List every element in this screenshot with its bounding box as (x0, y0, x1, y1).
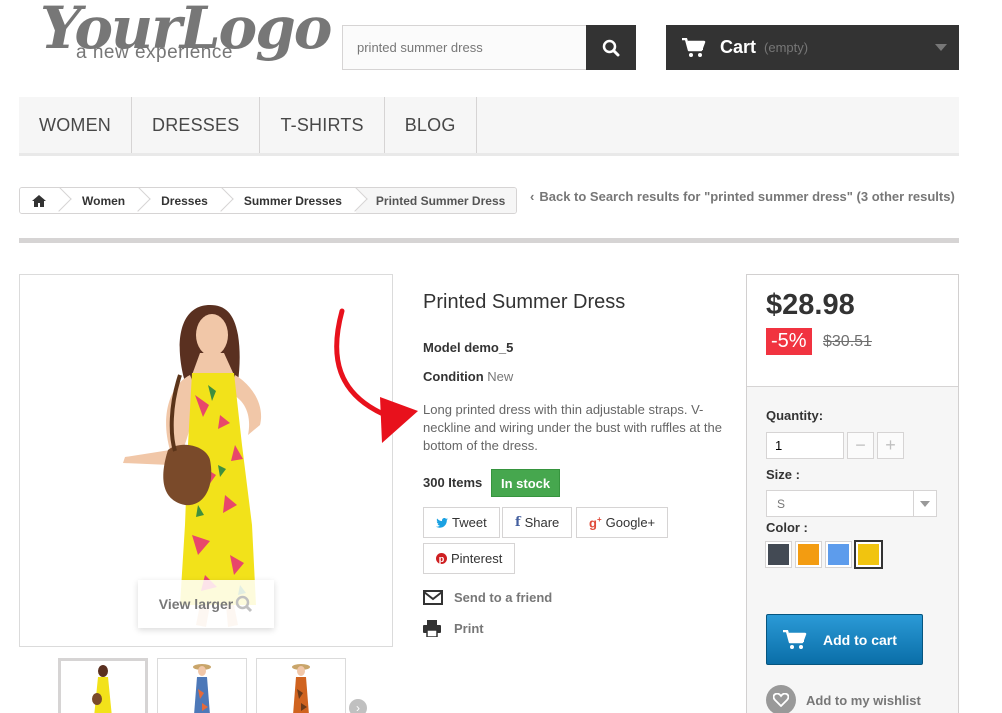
tweet-label: Tweet (452, 515, 487, 530)
menu-item-dresses[interactable]: DRESSES (132, 97, 261, 153)
pinterest-icon: p (436, 553, 447, 564)
pinterest-button[interactable]: p Pinterest (423, 543, 516, 574)
color-swatches (765, 540, 883, 569)
stock-badge: In stock (491, 469, 561, 497)
tweet-button[interactable]: Tweet (423, 507, 500, 538)
share-label: Share (524, 515, 560, 530)
condition-value: New (487, 369, 514, 384)
menu-item-tshirts[interactable]: T-SHIRTS (260, 97, 385, 153)
stock-quantity: 300 Items (423, 475, 483, 490)
thumbnail-image (92, 665, 112, 713)
view-larger-button[interactable]: View larger (138, 580, 274, 628)
chevron-left-icon: ‹ (530, 189, 535, 204)
minus-icon: − (855, 435, 866, 455)
product-condition: Condition New (423, 369, 513, 384)
envelope-icon (423, 590, 443, 605)
zoom-icon (235, 595, 253, 613)
add-to-wishlist-link[interactable]: Add to my wishlist (766, 685, 921, 713)
chevron-right-icon[interactable]: › (349, 699, 367, 713)
quantity-decrease-button[interactable]: − (847, 432, 874, 459)
breadcrumb: Women Dresses Summer Dresses Printed Sum… (19, 187, 518, 214)
color-swatch[interactable] (765, 541, 792, 568)
divider (19, 238, 959, 243)
print-link[interactable]: Print (423, 620, 484, 637)
color-swatch[interactable] (795, 541, 822, 568)
search-box (342, 25, 636, 70)
menu-item-blog[interactable]: BLOG (385, 97, 477, 153)
shopping-cart-icon (783, 629, 807, 649)
breadcrumb-current: Printed Summer Dress (355, 188, 517, 213)
model-label: Model (423, 340, 461, 355)
buy-box: $28.98 -5% $30.51 Quantity: − + Size : S… (746, 274, 959, 713)
product-price: $28.98 (766, 289, 855, 321)
main-menu: WOMEN DRESSES T-SHIRTS BLOG (19, 97, 959, 156)
view-larger-label: View larger (158, 596, 234, 612)
twitter-icon (436, 517, 448, 528)
add-to-cart-label: Add to cart (823, 631, 897, 648)
breadcrumb-item[interactable]: Summer Dresses (221, 188, 356, 213)
google-plus-button[interactable]: g+ Google+ (576, 507, 669, 538)
old-price: $30.51 (823, 333, 872, 350)
add-to-cart-button[interactable]: Add to cart (766, 614, 923, 665)
wishlist-label: Add to my wishlist (806, 692, 921, 708)
share-button[interactable]: f Share (502, 507, 573, 538)
product-model: Model demo_5 (423, 340, 513, 355)
google-plus-label: Google+ (605, 515, 656, 530)
breadcrumb-home[interactable] (20, 188, 60, 213)
back-to-search-link[interactable]: ‹ Back to Search results for "printed sum… (530, 189, 955, 204)
model-value: demo_5 (464, 340, 514, 355)
search-icon (602, 39, 620, 56)
send-to-friend-label: Send to a friend (454, 590, 553, 605)
facebook-icon: f (515, 515, 521, 530)
product-description: Long printed dress with thin adjustable … (423, 402, 722, 453)
thumbnail-image (292, 664, 310, 713)
quantity-input[interactable] (766, 432, 844, 459)
shopping-cart-icon (682, 37, 706, 57)
site-logo[interactable]: YourLogo a new experience (40, 0, 332, 66)
search-button[interactable] (586, 25, 636, 70)
quantity-label: Quantity: (766, 408, 824, 423)
color-label: Color : (766, 520, 808, 535)
chevron-down-icon (935, 44, 947, 51)
cart-status: (empty) (764, 40, 809, 55)
send-to-friend-link[interactable]: Send to a friend (423, 590, 552, 605)
google-plus-icon: g+ (589, 514, 602, 531)
logo-tagline: a new experience (76, 42, 233, 63)
thumbnail[interactable] (157, 658, 247, 713)
cart-label: Cart (720, 37, 757, 57)
condition-label: Condition (423, 369, 484, 384)
back-link-label: Back to Search results for "printed summ… (539, 189, 955, 204)
thumbnail-image (193, 664, 211, 713)
heart-icon (766, 685, 796, 713)
size-select[interactable]: S (766, 490, 937, 517)
color-swatch[interactable] (854, 540, 883, 569)
discount-badge: -5% (766, 328, 812, 355)
menu-item-women[interactable]: WOMEN (19, 97, 132, 153)
pinterest-label: Pinterest (451, 551, 503, 566)
cart-button[interactable]: Cart (empty) (666, 25, 959, 70)
printer-icon (423, 620, 441, 637)
print-label: Print (454, 621, 484, 636)
search-input[interactable] (343, 26, 587, 69)
color-swatch[interactable] (825, 541, 852, 568)
breadcrumb-item[interactable]: Women (60, 188, 140, 213)
plus-icon: + (885, 435, 896, 455)
product-title: Printed Summer Dress (423, 291, 626, 313)
home-icon (32, 194, 46, 207)
thumbnail-list (58, 658, 346, 713)
size-label: Size : (766, 467, 800, 482)
size-value: S (777, 496, 786, 511)
quantity-increase-button[interactable]: + (877, 432, 904, 459)
chevron-down-icon (913, 491, 936, 516)
thumbnail[interactable] (256, 658, 346, 713)
price-block: $28.98 -5% $30.51 (747, 275, 958, 387)
breadcrumb-item[interactable]: Dresses (139, 188, 222, 213)
thumbnail[interactable] (58, 658, 148, 713)
